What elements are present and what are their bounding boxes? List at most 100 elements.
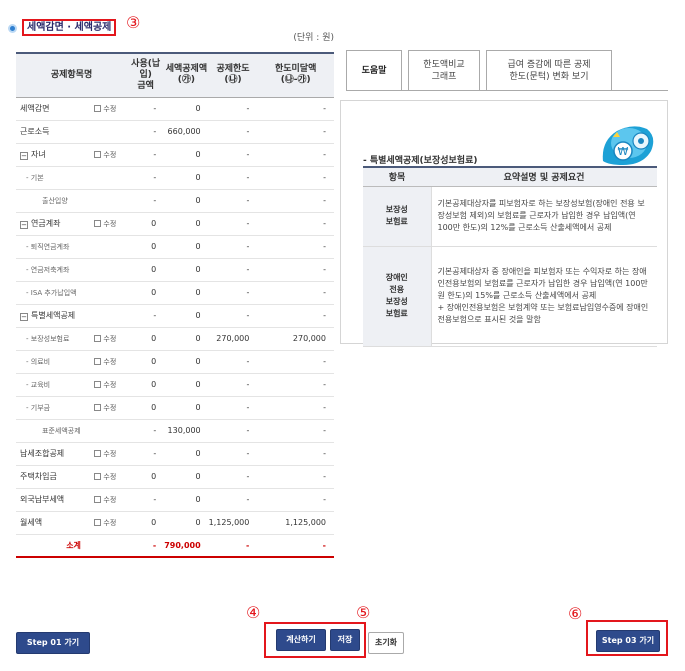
calculate-button[interactable]: 계산하기 xyxy=(276,629,326,651)
edit-link[interactable]: 수정 xyxy=(94,350,128,374)
edit-icon xyxy=(94,518,102,526)
edit-link xyxy=(94,258,128,282)
cell-limit: - xyxy=(208,212,258,236)
row-name: 외국납부세액 xyxy=(16,488,95,512)
tab-limit-graph[interactable]: 한도액비교 그래프 xyxy=(408,50,480,91)
cell-used: - xyxy=(127,304,165,328)
table-row: 표준세액공제 -130,000- - xyxy=(16,419,334,443)
edit-link xyxy=(94,304,128,328)
row-name: 근로소득 xyxy=(16,120,95,144)
reset-button[interactable]: 초기화 xyxy=(368,632,404,654)
cell-credit: 0 xyxy=(164,396,209,420)
table-row: - 교육비 수정 0 0- - xyxy=(16,373,334,397)
cell-used: - xyxy=(127,120,165,144)
table-row: 주택차입금 수정 0 0- - xyxy=(16,465,334,489)
cell-shortfall: - xyxy=(257,212,334,236)
cell-used: 0 xyxy=(127,327,165,351)
col-header-credit: 세액공제액 (㉮) xyxy=(164,52,209,98)
row-name: - ISA 추가납입액 xyxy=(16,281,95,305)
edit-link[interactable]: 수정 xyxy=(94,465,128,489)
table-row: − 자녀 수정 -0- - xyxy=(16,143,334,167)
cell-credit: 0 xyxy=(164,327,209,351)
collapse-toggle-icon[interactable]: − xyxy=(20,313,28,321)
edit-link[interactable]: 수정 xyxy=(94,327,128,351)
edit-link xyxy=(94,120,128,144)
tab-help[interactable]: 도움말 xyxy=(346,50,402,91)
table-row: - ISA 추가납입액 0 0- - xyxy=(16,281,334,305)
row-name[interactable]: − 자녀 xyxy=(16,143,95,167)
help-caption: - 특별세액공제(보장성보험료) xyxy=(363,156,478,166)
edit-link[interactable]: 수정 xyxy=(94,143,128,167)
cell-shortfall: - xyxy=(257,189,334,213)
callout-marker-4: ④ xyxy=(246,603,261,622)
help-row: 보장성 보험료 기본공제대상자를 피보험자로 하는 보장성보험(장애인 전용 보… xyxy=(363,186,657,247)
cell-limit: - xyxy=(208,258,258,282)
cell-credit: 0 xyxy=(164,511,209,535)
row-name[interactable]: − 특별세액공제 xyxy=(16,304,95,328)
edit-icon xyxy=(94,104,102,112)
help-table: 항목 요약설명 및 공제요건 보장성 보험료 기본공제대상자를 피보험자로 하는… xyxy=(363,166,657,347)
callout-marker-5: ⑤ xyxy=(356,603,371,622)
edit-link[interactable]: 수정 xyxy=(94,488,128,512)
cell-shortfall: - xyxy=(257,120,334,144)
edit-link[interactable]: 수정 xyxy=(94,373,128,397)
help-head-value: 요약설명 및 공제요건 xyxy=(431,166,657,187)
edit-link xyxy=(94,281,128,305)
total-credit: 790,000 xyxy=(164,533,209,558)
cell-credit: 0 xyxy=(164,350,209,374)
edit-link[interactable]: 수정 xyxy=(94,212,128,236)
cell-shortfall: - xyxy=(257,442,334,466)
edit-link[interactable]: 수정 xyxy=(94,97,128,121)
cell-credit: 0 xyxy=(164,166,209,190)
cell-shortfall: - xyxy=(257,396,334,420)
total-shortfall: - xyxy=(257,533,334,558)
collapse-toggle-icon[interactable]: − xyxy=(20,152,28,160)
cell-credit: 660,000 xyxy=(164,120,209,144)
row-name[interactable]: − 연금계좌 xyxy=(16,212,95,236)
cell-used: - xyxy=(127,143,165,167)
cell-shortfall: - xyxy=(257,97,334,121)
collapse-toggle-icon[interactable]: − xyxy=(20,221,28,229)
table-row: - 연금저축계좌 0 0- - xyxy=(16,258,334,282)
edit-link[interactable]: 수정 xyxy=(94,511,128,535)
row-name: - 기본 xyxy=(16,166,95,190)
cell-credit: 0 xyxy=(164,465,209,489)
cell-shortfall: - xyxy=(257,281,334,305)
section-title: 세액감면 · 세액공제 xyxy=(22,19,117,36)
cell-credit: 0 xyxy=(164,97,209,121)
total-label: 소계 xyxy=(16,533,128,558)
cell-limit: - xyxy=(208,143,258,167)
table-row: 출산입양 -0- - xyxy=(16,189,334,213)
col-header-used: 사용(납입) 금액 xyxy=(127,52,165,98)
row-name: - 기부금 xyxy=(16,396,95,420)
deduction-table: 공제항목명 사용(납입) 금액 세액공제액 (㉮) 공제한도 (㉯) 한도미달액… xyxy=(16,52,334,558)
cell-shortfall: - xyxy=(257,304,334,328)
edit-icon xyxy=(94,380,102,388)
cell-used: 0 xyxy=(127,373,165,397)
total-used: - xyxy=(127,533,165,558)
save-button[interactable]: 저장 xyxy=(330,629,360,651)
cell-credit: 0 xyxy=(164,258,209,282)
help-key-disabled-insurance: 장애인 전용 보장성 보험료 xyxy=(363,246,432,347)
col-header-shortfall: 한도미달액 (㉯-㉮) xyxy=(257,52,334,98)
edit-link[interactable]: 수정 xyxy=(94,442,128,466)
tab-threshold-change[interactable]: 급여 증감에 따른 공제 한도(문턱) 변화 보기 xyxy=(486,50,612,91)
cell-shortfall: - xyxy=(257,488,334,512)
cell-limit: - xyxy=(208,97,258,121)
table-row: − 연금계좌 수정 0 0- - xyxy=(16,212,334,236)
step3-button[interactable]: Step 03 가기 xyxy=(596,630,660,652)
cell-shortfall: - xyxy=(257,373,334,397)
cell-shortfall: - xyxy=(257,166,334,190)
cell-used: 0 xyxy=(127,235,165,259)
cell-limit: - xyxy=(208,235,258,259)
row-name: 주택차입금 xyxy=(16,465,95,489)
step1-button[interactable]: Step 01 가기 xyxy=(16,632,90,654)
cell-credit: 0 xyxy=(164,281,209,305)
cell-shortfall: - xyxy=(257,350,334,374)
total-row: 소계 -790,000- - xyxy=(16,533,334,558)
row-name: 납세조합공제 xyxy=(16,442,95,466)
cell-used: 0 xyxy=(127,396,165,420)
edit-link[interactable]: 수정 xyxy=(94,396,128,420)
unit-label: (단위 : 원) xyxy=(293,33,334,43)
edit-icon xyxy=(94,334,102,342)
